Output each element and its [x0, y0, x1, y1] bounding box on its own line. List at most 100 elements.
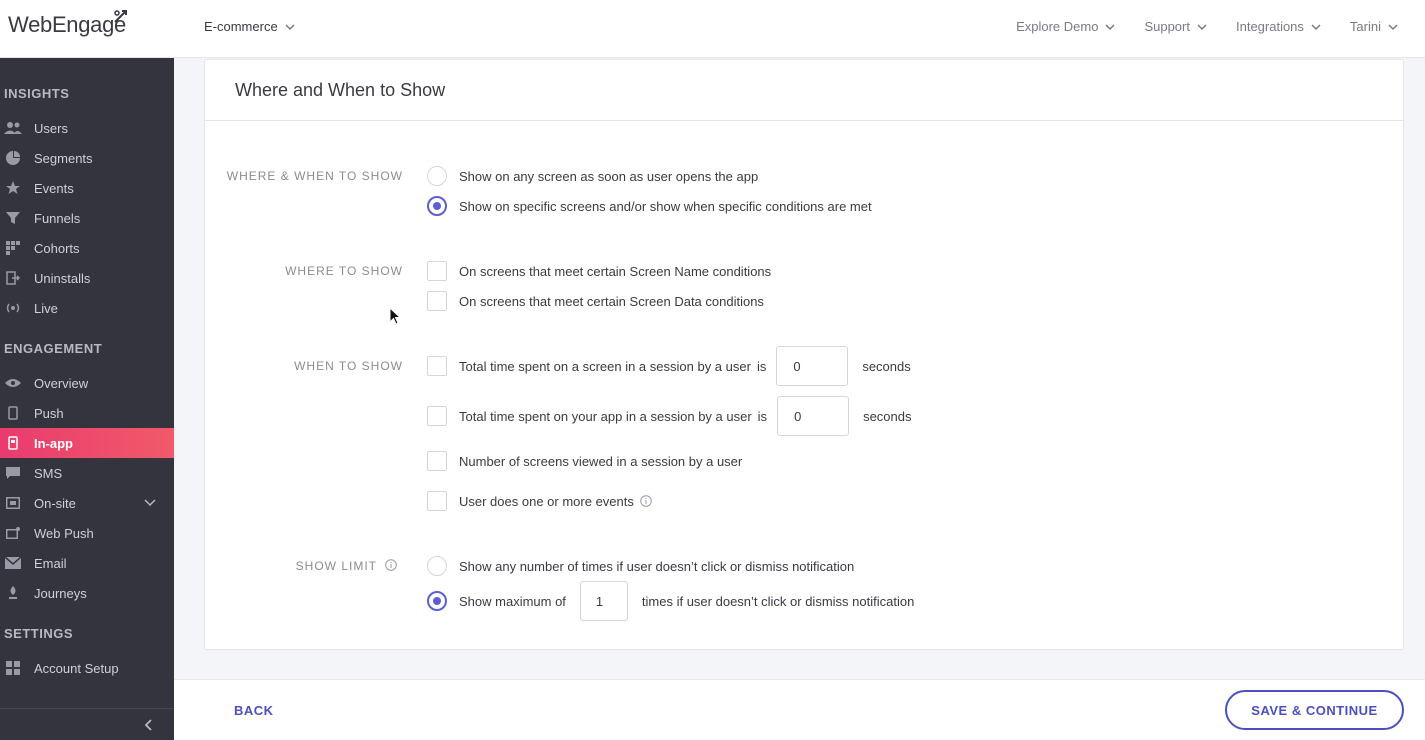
- sidebar: INSIGHTS Users Segments Events Funnels C…: [0, 58, 174, 740]
- mouse-cursor-icon: [389, 307, 401, 325]
- checkbox[interactable]: [427, 291, 447, 311]
- sidebar-item-sms[interactable]: SMS: [0, 458, 174, 488]
- chevron-left-icon[interactable]: [144, 719, 154, 731]
- chevron-down-icon: [1311, 23, 1321, 30]
- sidebar-item-overview[interactable]: Overview: [0, 368, 174, 398]
- checkbox[interactable]: [427, 491, 447, 511]
- webpush-icon: [4, 524, 22, 542]
- check-screen-time[interactable]: Total time spent on a screen in a sessio…: [427, 346, 911, 386]
- check-user-events[interactable]: User does one or more events: [427, 491, 652, 511]
- is-label: is: [756, 358, 767, 374]
- back-button[interactable]: BACK: [234, 703, 274, 718]
- sidebar-item-label: Segments: [34, 150, 93, 166]
- sidebar-item-funnels[interactable]: Funnels: [0, 203, 174, 233]
- unit-label: seconds: [863, 408, 912, 424]
- check-screen-name[interactable]: On screens that meet certain Screen Name…: [427, 261, 771, 281]
- nav-label: Explore Demo: [1016, 19, 1099, 34]
- sidebar-item-label: Uninstalls: [34, 270, 91, 286]
- sidebar-item-cohorts[interactable]: Cohorts: [0, 233, 174, 263]
- nav-user-menu[interactable]: Tarini: [1350, 19, 1399, 34]
- max-times-input[interactable]: [579, 581, 628, 621]
- logo[interactable]: WebEngage: [8, 12, 126, 38]
- where-when-label: WHERE & WHEN TO SHOW: [226, 169, 403, 183]
- top-header: WebEngage E-commerce Explore Demo Suppor…: [0, 0, 1425, 58]
- sidebar-item-label: Users: [34, 120, 68, 136]
- chevron-down-icon: [1388, 23, 1398, 30]
- radio-any-times[interactable]: Show any number of times if user doesn’t…: [427, 556, 854, 576]
- radio-specific-screens[interactable]: Show on specific screens and/or show whe…: [427, 196, 872, 216]
- info-icon[interactable]: [385, 559, 397, 571]
- footer-bar: BACK SAVE & CONTINUE: [174, 679, 1425, 740]
- checkbox[interactable]: [427, 406, 447, 426]
- sidebar-item-segments[interactable]: Segments: [0, 143, 174, 173]
- option-label: Show any number of times if user doesn’t…: [459, 558, 855, 574]
- email-icon: [4, 554, 22, 572]
- checkbox[interactable]: [427, 261, 447, 281]
- nav-label: Support: [1144, 19, 1190, 34]
- sidebar-item-email[interactable]: Email: [0, 548, 174, 578]
- nav-explore-demo[interactable]: Explore Demo: [1016, 19, 1116, 34]
- sidebar-item-label: Push: [34, 405, 64, 421]
- check-screens-viewed[interactable]: Number of screens viewed in a session by…: [427, 451, 742, 471]
- sidebar-item-web-push[interactable]: Web Push: [0, 518, 174, 548]
- broadcast-icon: [4, 299, 22, 317]
- option-label: Total time spent on your app in a sessio…: [459, 408, 752, 424]
- sidebar-item-on-site[interactable]: On-site: [0, 488, 174, 518]
- where-when-card: Where and When to Show WHERE & WHEN TO S…: [204, 59, 1404, 650]
- radio-max-times[interactable]: Show maximum of times if user doesn’t cl…: [427, 581, 914, 621]
- screen-time-input[interactable]: [776, 346, 849, 386]
- pie-icon: [4, 149, 22, 167]
- onsite-icon: [4, 494, 22, 512]
- chevron-down-icon: [1197, 23, 1207, 30]
- radio-button[interactable]: [427, 556, 447, 576]
- chevron-down-icon[interactable]: [144, 497, 156, 509]
- sidebar-item-in-app[interactable]: In-app: [0, 428, 174, 458]
- where-label: WHERE TO SHOW: [285, 264, 403, 278]
- option-label: Show on any screen as soon as user opens…: [459, 168, 759, 184]
- sidebar-collapse-bar[interactable]: [0, 708, 174, 740]
- radio-any-screen[interactable]: Show on any screen as soon as user opens…: [427, 166, 758, 186]
- chevron-down-icon: [1105, 23, 1115, 30]
- option-label: User does one or more events: [459, 493, 634, 509]
- checkbox[interactable]: [427, 451, 447, 471]
- project-name: E-commerce: [204, 19, 278, 34]
- sidebar-item-label: Email: [34, 555, 67, 571]
- option-label: Total time spent on a screen in a sessio…: [459, 358, 751, 374]
- exit-icon: [4, 269, 22, 287]
- nav-support[interactable]: Support: [1144, 19, 1208, 34]
- info-icon[interactable]: [640, 495, 652, 507]
- project-selector[interactable]: E-commerce: [204, 19, 296, 34]
- sidebar-item-account-setup[interactable]: Account Setup: [0, 653, 174, 683]
- option-label: Number of screens viewed in a session by…: [459, 453, 743, 469]
- checkbox[interactable]: [427, 356, 447, 376]
- option-label: Show maximum of: [459, 593, 566, 609]
- sidebar-item-live[interactable]: Live: [0, 293, 174, 323]
- nav-integrations[interactable]: Integrations: [1236, 19, 1322, 34]
- radio-button-selected[interactable]: [427, 591, 447, 611]
- inapp-icon: [4, 434, 22, 452]
- sidebar-item-journeys[interactable]: Journeys: [0, 578, 174, 608]
- sidebar-item-label: Events: [34, 180, 74, 196]
- sms-icon: [4, 464, 22, 482]
- nav-label: Tarini: [1349, 19, 1381, 34]
- check-screen-data[interactable]: On screens that meet certain Screen Data…: [427, 291, 764, 311]
- sidebar-item-events[interactable]: Events: [0, 173, 174, 203]
- journeys-icon: [4, 584, 22, 602]
- logo-mark-icon: [114, 10, 127, 23]
- sidebar-item-uninstalls[interactable]: Uninstalls: [0, 263, 174, 293]
- sidebar-item-push[interactable]: Push: [0, 398, 174, 428]
- nav-label: Integrations: [1235, 19, 1304, 34]
- check-app-time[interactable]: Total time spent on your app in a sessio…: [427, 396, 911, 436]
- sidebar-item-label: SMS: [34, 465, 63, 481]
- save-continue-button[interactable]: SAVE & CONTINUE: [1225, 690, 1404, 730]
- sidebar-item-label: Overview: [34, 375, 89, 391]
- sidebar-item-users[interactable]: Users: [0, 113, 174, 143]
- radio-button[interactable]: [427, 166, 447, 186]
- radio-button-selected[interactable]: [427, 196, 447, 216]
- sidebar-item-label: In-app: [34, 435, 73, 451]
- card-title: Where and When to Show: [205, 60, 1403, 121]
- users-icon: [4, 119, 22, 137]
- sidebar-section-insights: INSIGHTS: [4, 86, 70, 101]
- grid-icon: [4, 239, 22, 257]
- app-time-input[interactable]: [777, 396, 850, 436]
